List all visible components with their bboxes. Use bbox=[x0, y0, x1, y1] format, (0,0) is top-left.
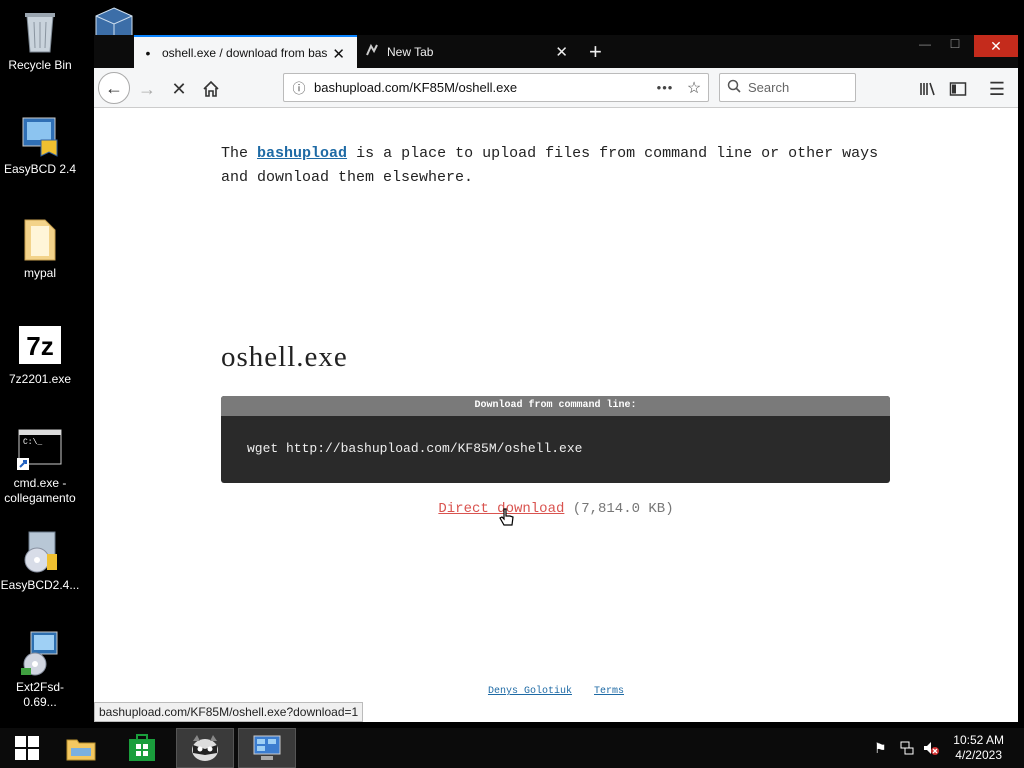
intro-text: The bashupload is a place to upload file… bbox=[221, 142, 901, 190]
desktop-icon-label: 7z2201.exe bbox=[8, 372, 72, 386]
desktop-icon-recycle-bin[interactable]: Recycle Bin bbox=[0, 8, 80, 73]
raccoon-icon bbox=[192, 735, 218, 761]
desktop-icon-cmd[interactable]: C:\_ cmd.exe - collegamento bbox=[0, 426, 80, 506]
footer: Denys Golotiuk Terms bbox=[94, 686, 1018, 697]
desktop-icon-label: mypal bbox=[23, 266, 56, 280]
status-bar: bashupload.com/KF85M/oshell.exe?download… bbox=[94, 702, 364, 722]
file-size: (7,814.0 KB) bbox=[572, 501, 674, 517]
desktop-icon-label: cmd.exe - collegamento bbox=[4, 476, 76, 505]
url-text[interactable]: bashupload.com/KF85M/oshell.exe bbox=[314, 80, 650, 95]
file-name-heading: oshell.exe bbox=[221, 341, 348, 373]
desktop-icon-label: Ext2Fsd-0.69... bbox=[15, 680, 64, 709]
author-link[interactable]: Denys Golotiuk bbox=[488, 686, 572, 697]
network-icon[interactable] bbox=[899, 740, 915, 759]
bashupload-link[interactable]: bashupload bbox=[257, 145, 347, 162]
stop-loading-icon[interactable]: ✕ bbox=[164, 74, 194, 104]
recycle-bin-icon bbox=[17, 8, 63, 54]
control-panel-icon bbox=[253, 735, 281, 760]
nav-bar: ← → ✕ ⓘ bashupload.com/KF85M/oshell.exe … bbox=[94, 68, 1018, 108]
bookmark-star-icon[interactable]: ☆ bbox=[680, 78, 708, 98]
close-tab-icon[interactable]: ✕ bbox=[555, 43, 568, 61]
tab-new-tab[interactable]: New Tab ✕ bbox=[357, 35, 580, 68]
svg-text:C:\_: C:\_ bbox=[23, 438, 42, 447]
browser-window: • oshell.exe / download from bas ✕ New T… bbox=[94, 35, 1018, 722]
minimize-icon[interactable]: — bbox=[910, 37, 940, 59]
window-close-button[interactable]: ✕ bbox=[974, 35, 1018, 57]
firefox-tab-icon bbox=[357, 43, 387, 60]
close-tab-icon[interactable]: ✕ bbox=[332, 45, 345, 63]
url-bar[interactable]: ⓘ bashupload.com/KF85M/oshell.exe ••• ☆ bbox=[283, 73, 709, 102]
tab-bar: • oshell.exe / download from bas ✕ New T… bbox=[94, 35, 1018, 68]
folder-icon bbox=[66, 739, 96, 761]
tab-label: oshell.exe / download from bas bbox=[162, 45, 328, 60]
desktop-icon-easybcd-installer[interactable]: EasyBCD2.4... bbox=[0, 528, 80, 593]
desktop-icon-mypal[interactable]: mypal bbox=[0, 216, 80, 281]
desktop-icon-easybcd[interactable]: EasyBCD 2.4 bbox=[0, 112, 80, 177]
installer-icon bbox=[17, 528, 63, 574]
taskbar: ⚑ 10:52 AM 4/2/2023 bbox=[0, 728, 1024, 768]
sidebar-icon[interactable] bbox=[943, 74, 973, 104]
home-icon[interactable] bbox=[196, 74, 226, 104]
mypal-browser-button[interactable] bbox=[176, 728, 234, 768]
search-input[interactable]: Search bbox=[719, 73, 856, 102]
forward-arrow-icon[interactable]: → bbox=[132, 74, 162, 104]
desktop-icon-label: EasyBCD 2.4 bbox=[3, 162, 77, 176]
hand-cursor-icon bbox=[498, 507, 516, 536]
store-icon bbox=[129, 734, 155, 761]
7zip-icon: 7z bbox=[17, 322, 63, 368]
maximize-icon[interactable]: ☐ bbox=[940, 37, 970, 59]
windows-logo-icon bbox=[15, 736, 39, 760]
desktop-icon-label: Recycle Bin bbox=[8, 58, 72, 72]
download-row: Direct download (7,814.0 KB) bbox=[94, 501, 1018, 517]
command-box: Download from command line: wget http://… bbox=[221, 396, 890, 483]
command-box-header: Download from command line: bbox=[221, 396, 890, 416]
page-content: The bashupload is a place to upload file… bbox=[94, 108, 1018, 722]
terms-link[interactable]: Terms bbox=[594, 686, 624, 697]
new-tab-icon[interactable]: + bbox=[589, 39, 602, 65]
back-arrow-icon[interactable]: ← bbox=[98, 72, 130, 104]
file-explorer-button[interactable] bbox=[54, 728, 108, 768]
page-actions-icon[interactable]: ••• bbox=[650, 80, 680, 95]
clock[interactable]: 10:52 AM 4/2/2023 bbox=[953, 733, 1004, 763]
menu-icon[interactable]: ☰ bbox=[982, 74, 1012, 104]
desktop-icon-7zip[interactable]: 7z 7z2201.exe bbox=[0, 322, 80, 387]
folder-icon bbox=[17, 216, 63, 262]
desktop-icon-ext2fsd[interactable]: Ext2Fsd-0.69... bbox=[0, 630, 80, 710]
cmd-icon: C:\_ bbox=[17, 426, 63, 472]
wget-command[interactable]: wget http://bashupload.com/KF85M/oshell.… bbox=[221, 416, 890, 456]
desktop-icon-label: EasyBCD2.4... bbox=[0, 578, 80, 592]
ext2fsd-icon bbox=[17, 630, 63, 676]
volume-muted-icon[interactable] bbox=[922, 740, 940, 759]
store-button[interactable] bbox=[115, 728, 169, 768]
clock-date: 4/2/2023 bbox=[955, 748, 1002, 762]
control-panel-button[interactable] bbox=[238, 728, 296, 768]
tab-oshell[interactable]: • oshell.exe / download from bas ✕ bbox=[134, 35, 357, 68]
search-icon bbox=[720, 79, 748, 96]
svg-text:7z: 7z bbox=[26, 331, 53, 361]
site-info-icon[interactable]: ⓘ bbox=[284, 78, 314, 97]
loading-dot-icon: • bbox=[145, 44, 151, 61]
easybcd-icon bbox=[17, 112, 63, 158]
start-button[interactable] bbox=[0, 728, 54, 768]
library-icon[interactable] bbox=[913, 74, 943, 104]
action-center-flag-icon[interactable]: ⚑ bbox=[874, 740, 887, 757]
clock-time: 10:52 AM bbox=[953, 733, 1004, 747]
intro-prefix: The bbox=[221, 145, 249, 162]
search-placeholder: Search bbox=[748, 80, 790, 95]
tab-label: New Tab bbox=[387, 44, 434, 59]
